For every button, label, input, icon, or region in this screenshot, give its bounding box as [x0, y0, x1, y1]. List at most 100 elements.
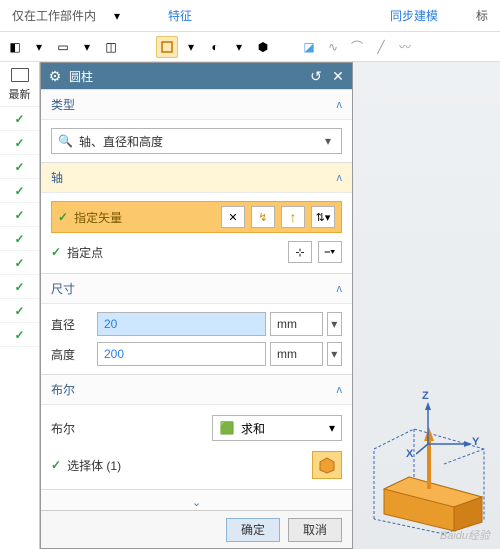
chevron-up-icon: ʌ: [337, 384, 343, 396]
height-label: 高度: [51, 346, 93, 363]
check-icon: ✓: [14, 280, 24, 294]
height-unit[interactable]: mm: [270, 342, 323, 366]
tool-curve-1[interactable]: ∿: [322, 36, 344, 58]
tool-dd-3[interactable]: ▾: [180, 36, 202, 58]
axis-x: X: [406, 448, 413, 460]
type-combo-text: 轴、直径和高度: [79, 133, 321, 150]
outline-icon[interactable]: [11, 68, 29, 82]
diameter-input[interactable]: [97, 312, 266, 336]
chevron-up-icon: ʌ: [337, 283, 343, 295]
section-collapsed[interactable]: ⌄: [41, 490, 352, 510]
tool-curve-3[interactable]: 〰: [394, 36, 416, 58]
tool-icon-5[interactable]: ⬢: [252, 36, 274, 58]
chevron-down-icon: ⌄: [192, 496, 201, 509]
scope-label: 仅在工作部件内: [4, 7, 104, 24]
check-icon: ✓: [14, 256, 24, 270]
left-latest: 最新: [0, 82, 39, 107]
check-icon: ✓: [51, 245, 61, 259]
point-row[interactable]: ✓ 指定点 ⊹ ⎯▾: [51, 239, 342, 265]
list-item[interactable]: ✓: [0, 227, 39, 251]
list-item[interactable]: ✓: [0, 107, 39, 131]
vector-label: 指定矢量: [74, 209, 215, 226]
section-bool-header[interactable]: 布尔 ʌ: [41, 375, 352, 405]
tool-icon-2[interactable]: ▭: [52, 36, 74, 58]
chevron-down-icon: ▾: [329, 421, 335, 435]
axis-triad: Z Y X: [416, 396, 476, 459]
list-item[interactable]: ✓: [0, 131, 39, 155]
diameter-dd[interactable]: ▾: [327, 312, 342, 336]
bool-combo-text: 求和: [241, 420, 329, 437]
tool-icon-4[interactable]: ◐: [204, 36, 226, 58]
vector-dir-icon[interactable]: ↯: [251, 206, 275, 228]
height-input[interactable]: [97, 342, 266, 366]
check-icon: ✓: [14, 184, 24, 198]
list-item[interactable]: ✓: [0, 275, 39, 299]
check-icon: ✓: [14, 232, 24, 246]
scope-dropdown[interactable]: ▾: [106, 5, 128, 27]
tool-icon-1[interactable]: ◧: [4, 36, 26, 58]
check-icon: ✓: [14, 160, 24, 174]
select-body-label: 选择体 (1): [67, 457, 306, 474]
check-icon: ✓: [58, 210, 68, 224]
diameter-unit[interactable]: mm: [270, 312, 323, 336]
tool-select-active[interactable]: [156, 36, 178, 58]
list-item[interactable]: ✓: [0, 179, 39, 203]
section-axis-header[interactable]: 轴 ʌ: [41, 163, 352, 193]
vector-row[interactable]: ✓ 指定矢量 ✕ ↯ ↑ ⇅▾: [51, 201, 342, 233]
vector-pick-icon[interactable]: ✕: [221, 206, 245, 228]
list-item[interactable]: ✓: [0, 251, 39, 275]
height-dd[interactable]: ▾: [327, 342, 342, 366]
section-bool-label: 布尔: [51, 381, 75, 398]
gear-icon[interactable]: ⚙: [47, 68, 63, 84]
type-combo[interactable]: 🔍 轴、直径和高度 ▾: [51, 128, 342, 154]
check-icon: ✓: [14, 208, 24, 222]
axis-z: Z: [422, 390, 429, 402]
tool-curve-2[interactable]: ⌒: [346, 36, 368, 58]
check-icon: ✓: [14, 304, 24, 318]
vector-arrow-icon[interactable]: ↑: [281, 206, 305, 228]
viewport-3d[interactable]: Z Y X Baidu经验: [353, 62, 500, 549]
point-opts-icon[interactable]: ⎯▾: [318, 241, 342, 263]
tab-sync[interactable]: 同步建模: [382, 7, 446, 24]
panel-title: 圆柱: [69, 68, 302, 85]
check-icon: ✓: [14, 136, 24, 150]
check-icon: ✓: [51, 458, 61, 472]
section-dim-label: 尺寸: [51, 280, 75, 297]
search-icon: 🔍: [58, 134, 73, 148]
body-icon[interactable]: [312, 451, 342, 479]
tool-line[interactable]: ╱: [370, 36, 392, 58]
tool-dd-4[interactable]: ▾: [228, 36, 250, 58]
check-icon: ✓: [14, 328, 24, 342]
point-pick-icon[interactable]: ⊹: [288, 241, 312, 263]
point-label: 指定点: [67, 244, 282, 261]
chevron-up-icon: ʌ: [337, 99, 343, 111]
tool-dd-1[interactable]: ▾: [28, 36, 50, 58]
diameter-label: 直径: [51, 316, 93, 333]
axis-y: Y: [472, 436, 479, 448]
reset-icon[interactable]: ↺: [308, 68, 324, 84]
bool-combo[interactable]: 🟩 求和 ▾: [212, 415, 342, 441]
list-item[interactable]: ✓: [0, 155, 39, 179]
section-dim-header[interactable]: 尺寸 ʌ: [41, 274, 352, 304]
list-item[interactable]: ✓: [0, 323, 39, 347]
list-item[interactable]: ✓: [0, 299, 39, 323]
check-icon: ✓: [14, 112, 24, 126]
union-icon: 🟩: [219, 420, 235, 436]
tool-icon-3[interactable]: ◫: [100, 36, 122, 58]
tool-dd-2[interactable]: ▾: [76, 36, 98, 58]
cancel-button[interactable]: 取消: [288, 518, 342, 542]
close-icon[interactable]: ✕: [330, 68, 346, 84]
chevron-up-icon: ʌ: [337, 172, 343, 184]
chevron-down-icon: ▾: [321, 134, 335, 148]
panel-header: ⚙ 圆柱 ↺ ✕: [41, 63, 352, 89]
box-icon[interactable]: ◪: [298, 36, 320, 58]
tab-feature[interactable]: 特征: [160, 7, 200, 24]
ok-button[interactable]: 确定: [226, 518, 280, 542]
list-item[interactable]: ✓: [0, 203, 39, 227]
vector-opts-icon[interactable]: ⇅▾: [311, 206, 335, 228]
tab-right[interactable]: 标: [468, 7, 496, 24]
section-type-header[interactable]: 类型 ʌ: [41, 90, 352, 120]
bool-label: 布尔: [51, 420, 101, 437]
section-axis-label: 轴: [51, 169, 63, 186]
section-type-label: 类型: [51, 96, 75, 113]
